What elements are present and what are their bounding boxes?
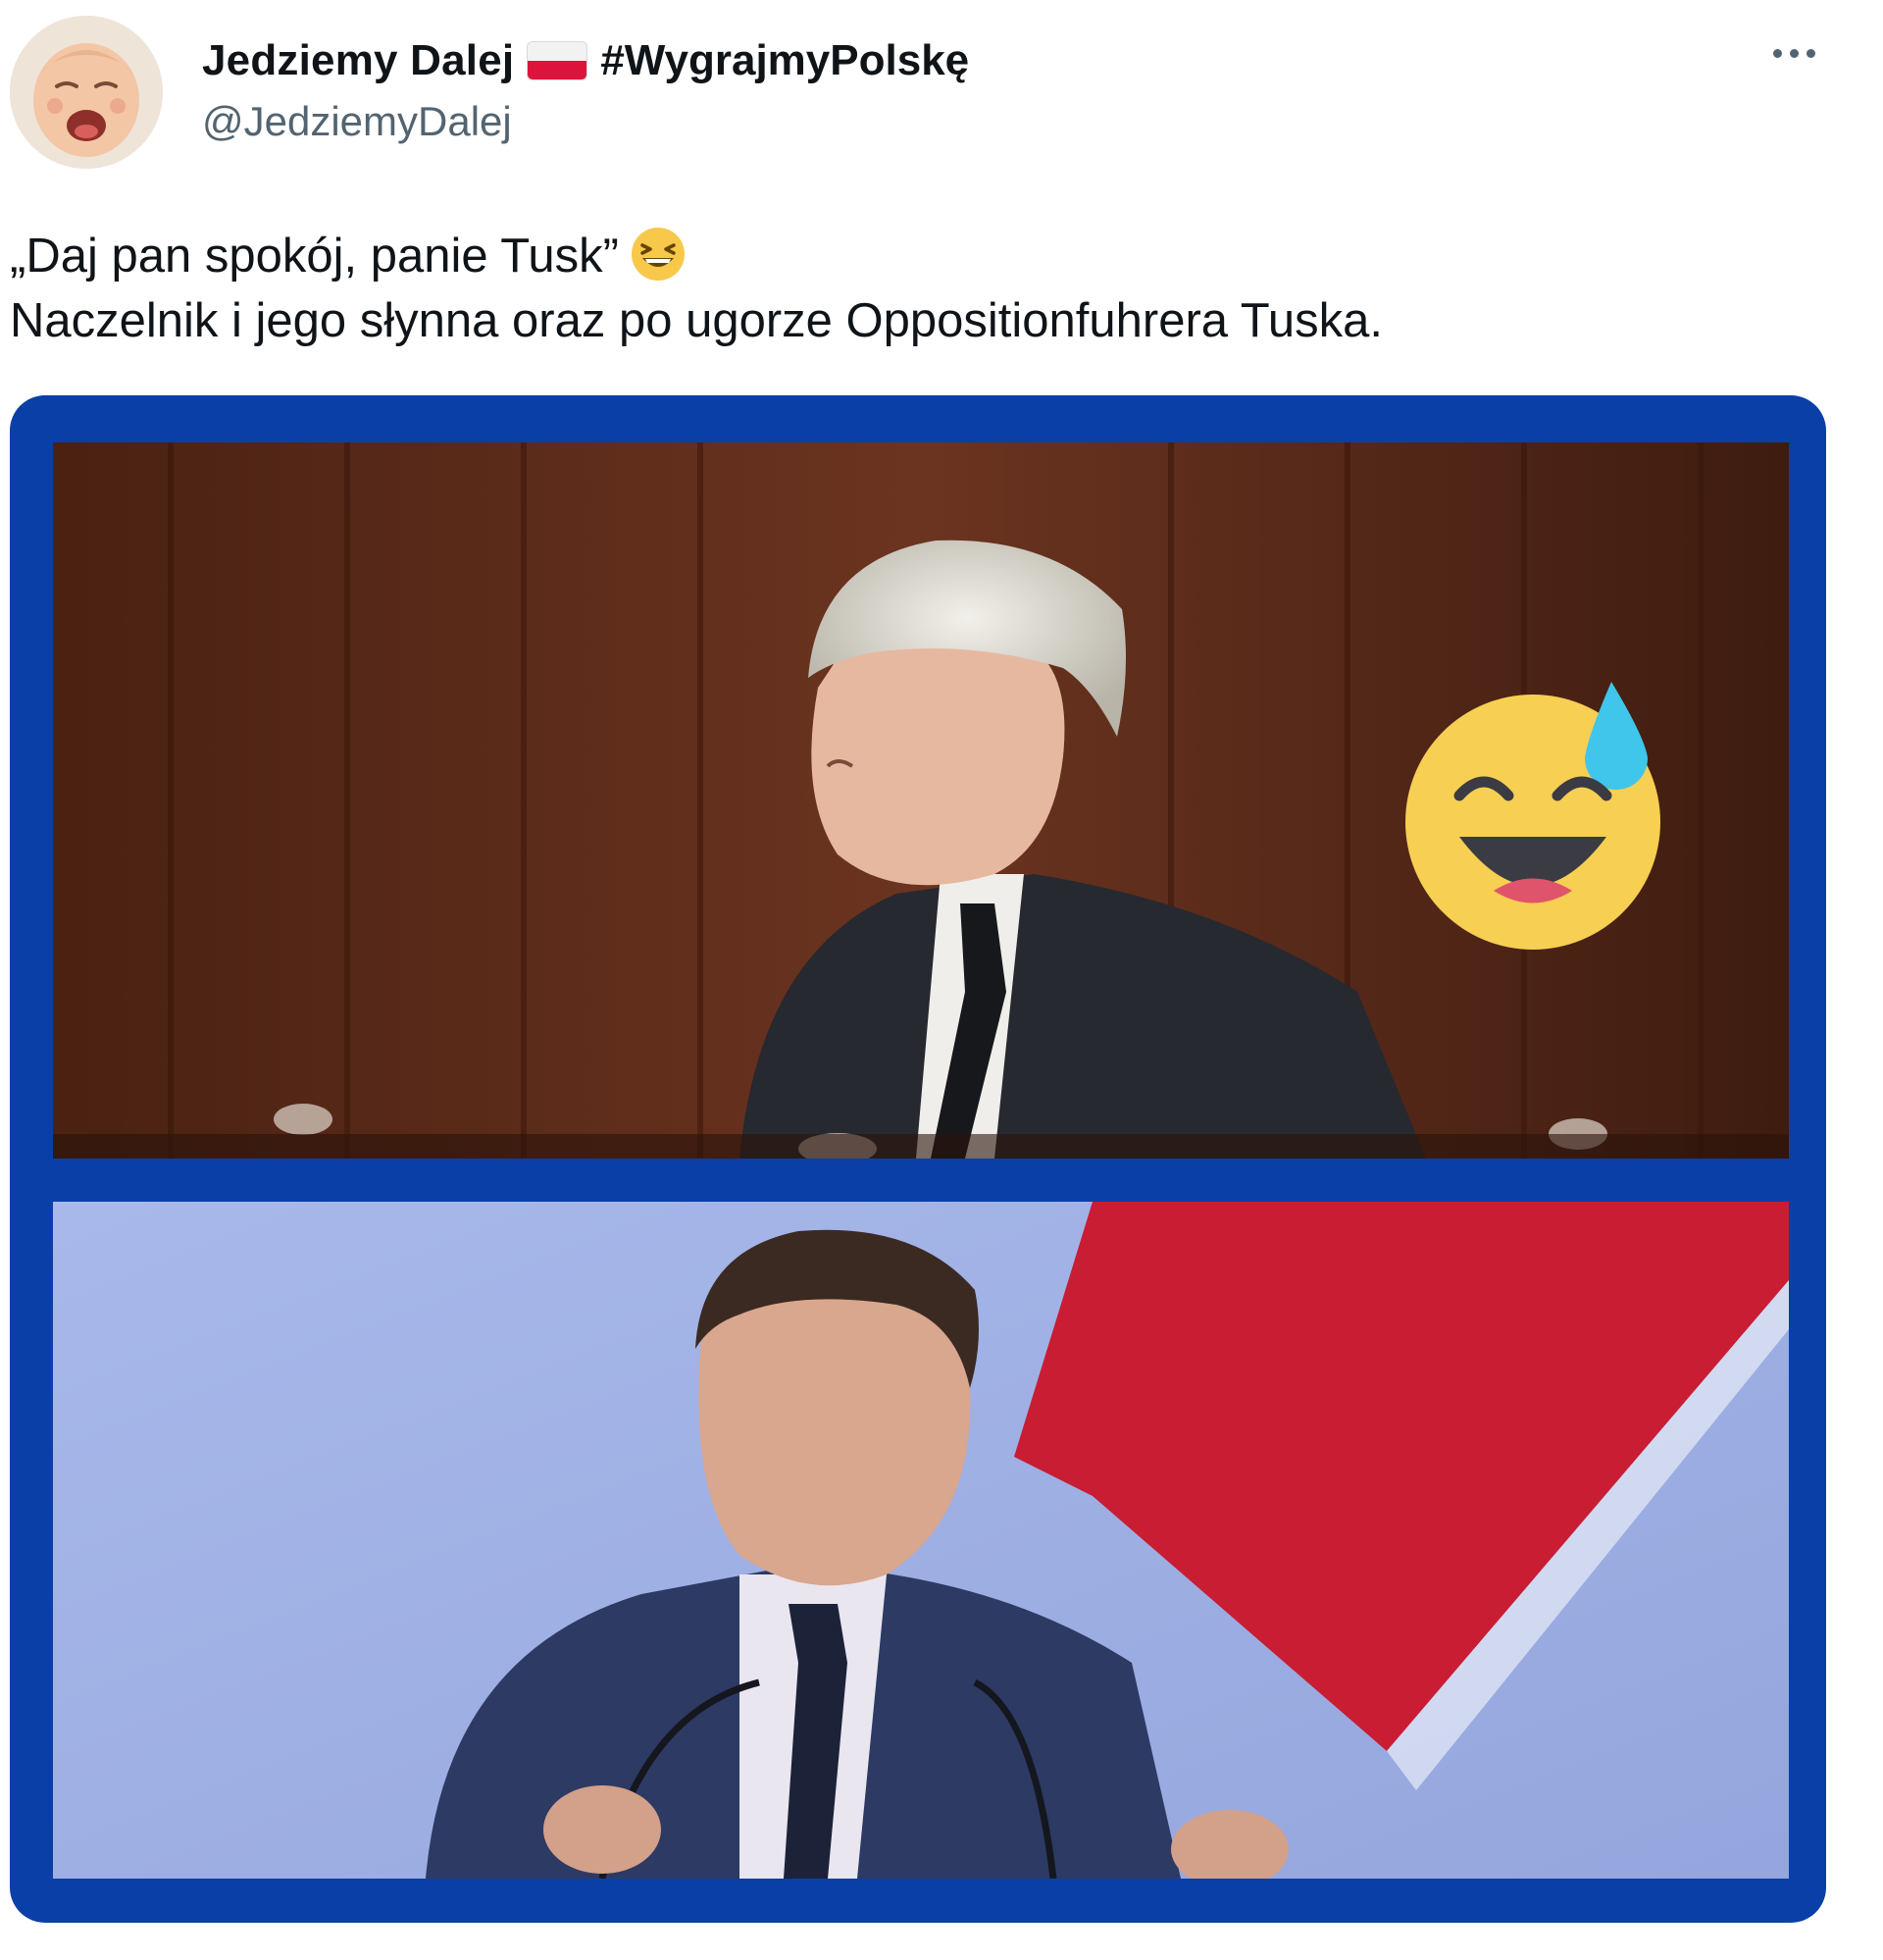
poland-flag-icon [528,42,587,79]
author-line: Jedziemy Dalej #WygrajmyPolskę [202,31,969,90]
tweet-card: Jedziemy Dalej #WygrajmyPolskę @Jedziemy… [0,0,1883,1960]
grinning-squinting-face-emoji-icon [632,228,685,281]
grinning-face-with-sweat-emoji-icon [1405,682,1660,950]
tusk-photo [53,1202,1789,1879]
tweet-text-line-2: Naczelnik i jego słynna oraz po ugorze O… [10,294,1383,347]
video-frame-top [53,442,1789,1159]
display-name[interactable]: Jedziemy Dalej [202,36,514,85]
tweet-quote: „Daj pan spokój, panie Tusk” [10,230,619,283]
user-handle[interactable]: @JedziemyDalej [202,98,512,145]
crying-baby-avatar-icon [10,16,163,169]
media-attachment[interactable] [10,395,1826,1923]
avatar[interactable] [10,16,163,169]
tweet-text: „Daj pan spokój, panie Tusk” Naczelnik i… [10,224,1834,353]
video-frame-bottom [53,1202,1789,1879]
more-options-icon[interactable] [1773,49,1815,58]
tweet-text-line-1: „Daj pan spokój, panie Tusk” [10,224,1834,288]
hashtag-name[interactable]: #WygrajmyPolskę [600,36,969,85]
